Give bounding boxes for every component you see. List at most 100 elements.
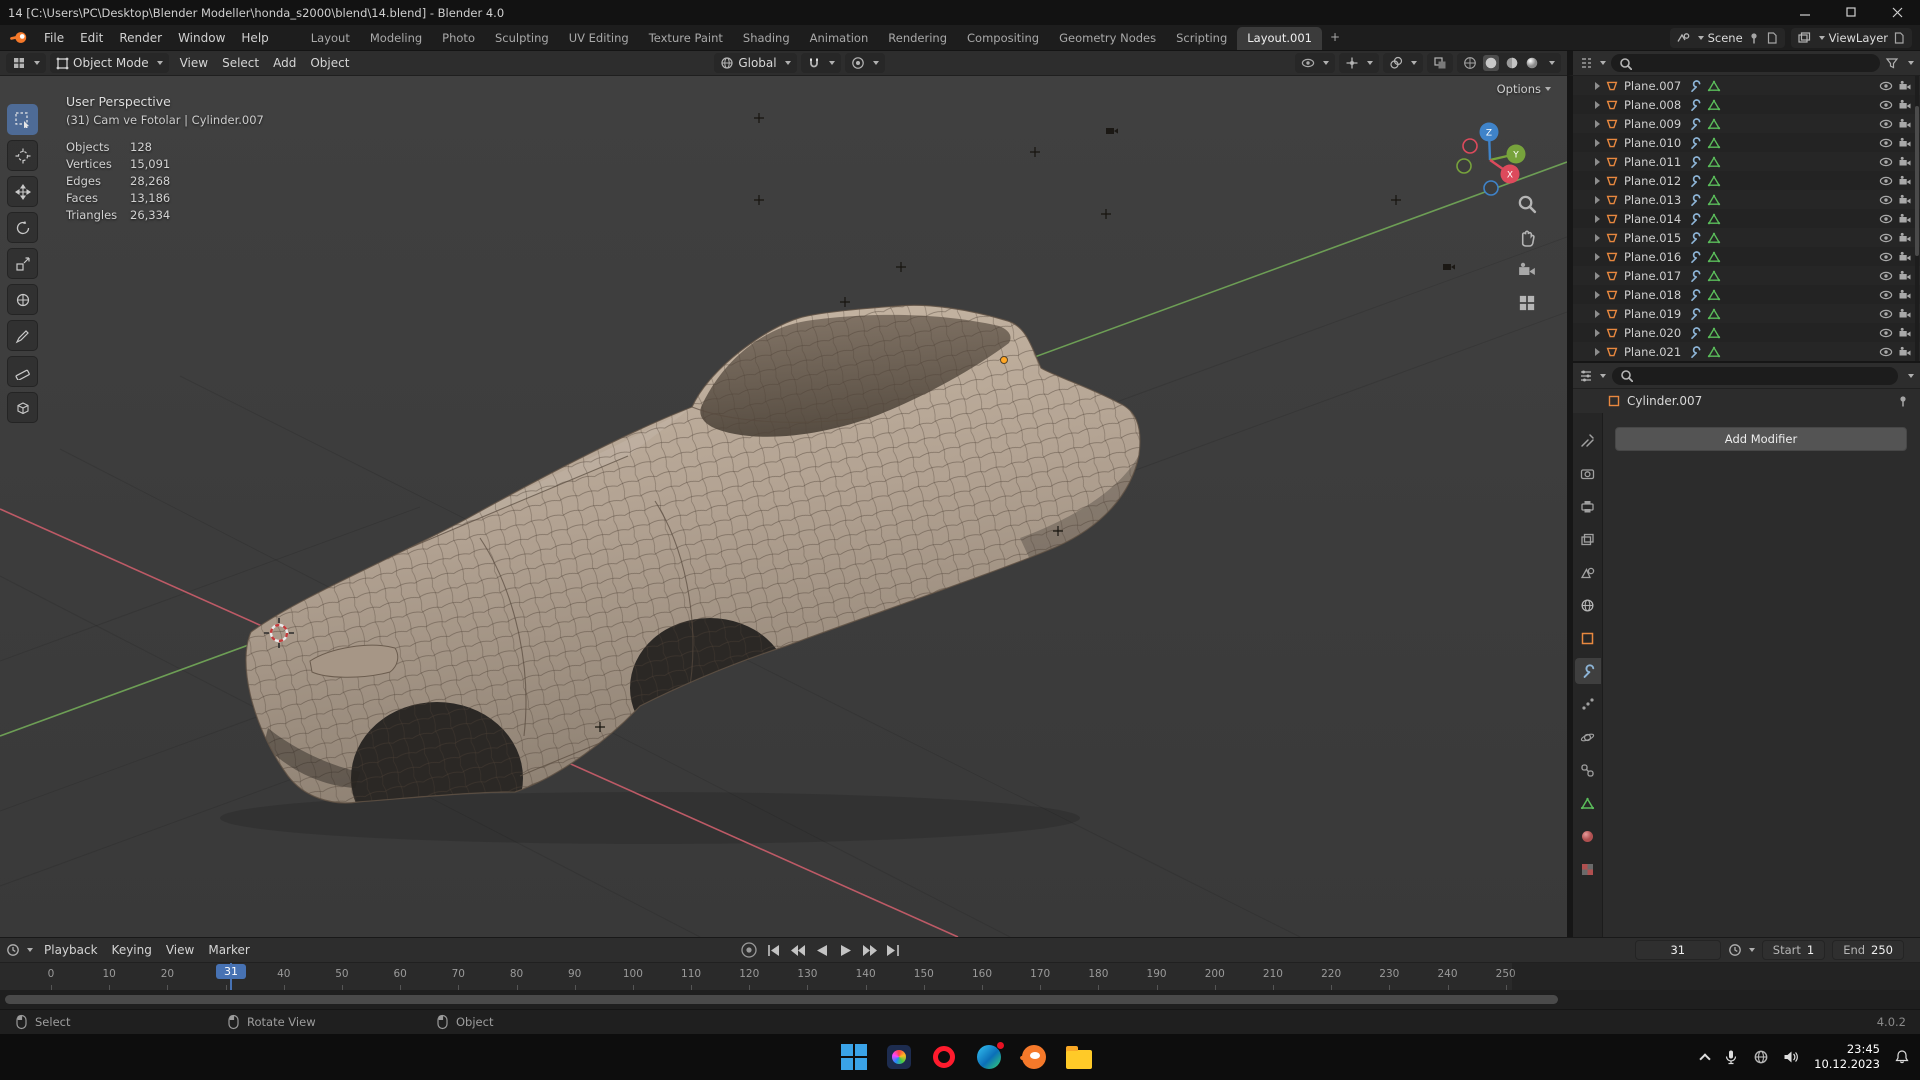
render-visibility-icon[interactable] (1898, 250, 1912, 264)
expand-arrow-icon[interactable] (1595, 196, 1600, 204)
menubar-menu[interactable]: File (36, 27, 72, 49)
outliner-row[interactable]: Plane.007 (1573, 76, 1920, 95)
rotate-tool[interactable] (7, 212, 38, 243)
outliner-row[interactable]: Plane.019 (1573, 304, 1920, 323)
properties-editor-type-button[interactable] (1579, 369, 1606, 383)
photos-app-icon[interactable] (885, 1043, 913, 1071)
shading-solid-icon[interactable] (1483, 55, 1499, 71)
menubar-menu[interactable]: Render (111, 27, 170, 49)
visibility-dropdown[interactable] (1295, 53, 1335, 73)
viewport-menu[interactable]: View (173, 53, 215, 73)
menubar-menu[interactable]: Edit (72, 27, 111, 49)
hide-eye-icon[interactable] (1879, 345, 1893, 359)
expand-arrow-icon[interactable] (1595, 272, 1600, 280)
close-button[interactable] (1874, 0, 1920, 25)
hide-eye-icon[interactable] (1879, 155, 1893, 169)
taskbar-clock[interactable]: 23:45 10.12.2023 (1814, 1042, 1880, 1072)
workspace-tab[interactable]: Compositing (957, 27, 1049, 50)
tray-expand-icon[interactable] (1699, 1053, 1710, 1064)
outliner-row[interactable]: Plane.010 (1573, 133, 1920, 152)
timeline-ruler[interactable]: 0 10 20 30 40 50 (0, 962, 1920, 990)
hide-eye-icon[interactable] (1879, 117, 1893, 131)
expand-arrow-icon[interactable] (1595, 82, 1600, 90)
shading-wireframe-icon[interactable] (1463, 56, 1477, 70)
expand-arrow-icon[interactable] (1595, 158, 1600, 166)
expand-arrow-icon[interactable] (1595, 329, 1600, 337)
viewport-menu[interactable]: Object (303, 53, 356, 73)
current-frame-field[interactable]: 31 (1635, 940, 1721, 960)
axis-z-neg[interactable] (1484, 181, 1498, 195)
render-visibility-icon[interactable] (1898, 212, 1912, 226)
blender-logo-icon[interactable] (10, 31, 28, 44)
render-visibility-icon[interactable] (1898, 79, 1912, 93)
hide-eye-icon[interactable] (1879, 288, 1893, 302)
transform-orientation[interactable]: Global (714, 53, 796, 73)
new-scene-icon[interactable] (1765, 31, 1779, 45)
scale-tool[interactable] (7, 248, 38, 279)
workspace-tab[interactable]: Sculpting (485, 27, 559, 50)
active-object-name[interactable]: Cylinder.007 (1627, 394, 1702, 408)
overlays-toggle[interactable] (1383, 53, 1423, 73)
outliner-row[interactable]: Plane.011 (1573, 152, 1920, 171)
workspace-tab[interactable]: Photo (432, 27, 485, 50)
outliner-row[interactable]: Plane.008 (1573, 95, 1920, 114)
annotate-tool[interactable] (7, 320, 38, 351)
file-explorer-icon[interactable] (1065, 1043, 1093, 1071)
world-tab-icon[interactable] (1575, 592, 1601, 618)
expand-arrow-icon[interactable] (1595, 139, 1600, 147)
speaker-icon[interactable] (1783, 1049, 1800, 1065)
texture-tab-icon[interactable] (1575, 856, 1601, 882)
expand-arrow-icon[interactable] (1595, 215, 1600, 223)
blender-app-icon[interactable] (1020, 1043, 1048, 1071)
properties-search-input[interactable] (1612, 367, 1898, 385)
hide-eye-icon[interactable] (1879, 307, 1893, 321)
opera-app-icon[interactable] (930, 1043, 958, 1071)
outliner-row[interactable]: Plane.009 (1573, 114, 1920, 133)
editor-type-button[interactable] (6, 53, 46, 73)
hide-eye-icon[interactable] (1879, 79, 1893, 93)
menubar-menu[interactable]: Window (170, 27, 233, 49)
viewlayer-tab-icon[interactable] (1575, 526, 1601, 552)
render-visibility-icon[interactable] (1898, 326, 1912, 340)
workspace-tab[interactable]: Shading (733, 27, 800, 50)
mode-selector[interactable]: Object Mode (50, 53, 169, 73)
scrollbar-thumb[interactable] (5, 995, 1558, 1004)
scene-selector[interactable]: Scene (1670, 28, 1785, 48)
zoom-view-button[interactable] (1517, 194, 1537, 214)
material-tab-icon[interactable] (1575, 823, 1601, 849)
object-tab-icon[interactable] (1575, 625, 1601, 651)
timeline-editor-type-button[interactable] (6, 943, 33, 957)
timeline-menu[interactable]: View (159, 940, 201, 960)
xray-toggle[interactable] (1427, 53, 1453, 73)
shading-rendered-icon[interactable] (1525, 56, 1539, 70)
pin-icon[interactable] (1747, 31, 1761, 45)
pan-hand-button[interactable] (1517, 227, 1537, 247)
hide-eye-icon[interactable] (1879, 136, 1893, 150)
hide-eye-icon[interactable] (1879, 174, 1893, 188)
pin-icon[interactable] (1896, 394, 1910, 408)
workspace-tab[interactable]: Geometry Nodes (1049, 27, 1166, 50)
current-frame-indicator[interactable]: 31 (216, 964, 246, 979)
measure-tool[interactable] (7, 356, 38, 387)
render-visibility-icon[interactable] (1898, 288, 1912, 302)
workspace-tab[interactable]: Rendering (878, 27, 957, 50)
outliner-search-input[interactable] (1611, 54, 1880, 72)
outliner-editor-type-button[interactable] (1579, 56, 1606, 70)
minimize-button[interactable] (1782, 0, 1828, 25)
outliner-row[interactable]: Plane.021 (1573, 342, 1920, 361)
scene-tab-icon[interactable] (1575, 559, 1601, 585)
output-tab-icon[interactable] (1575, 493, 1601, 519)
active-object-origin[interactable] (1001, 357, 1008, 364)
expand-arrow-icon[interactable] (1595, 120, 1600, 128)
next-keyframe-button[interactable] (861, 943, 878, 958)
cursor-tool[interactable] (7, 140, 38, 171)
outliner-row[interactable]: Plane.018 (1573, 285, 1920, 304)
3d-viewport[interactable]: User Perspective (31) Cam ve Fotolar | C… (0, 76, 1567, 937)
notifications-bell-icon[interactable] (1894, 1049, 1910, 1065)
prev-keyframe-button[interactable] (789, 943, 806, 958)
transform-tool[interactable] (7, 284, 38, 315)
maximize-button[interactable] (1828, 0, 1874, 25)
outliner-row[interactable]: Plane.016 (1573, 247, 1920, 266)
network-icon[interactable] (1753, 1049, 1769, 1065)
shading-material-icon[interactable] (1505, 56, 1519, 70)
